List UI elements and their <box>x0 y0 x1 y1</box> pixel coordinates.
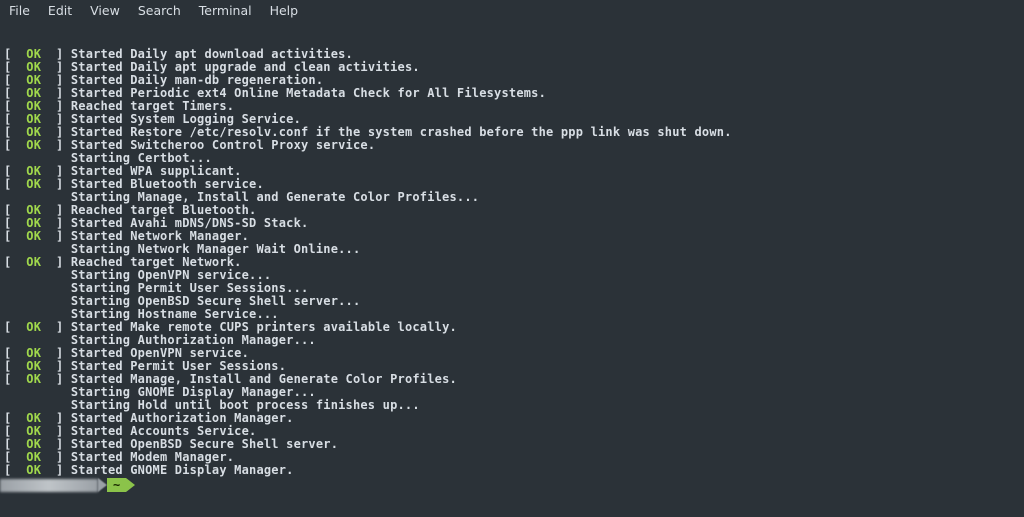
boot-log-message: Starting OpenVPN service... <box>71 268 271 282</box>
boot-log-message: Started Switcheroo Control Proxy service… <box>71 138 375 152</box>
boot-log-message: Started Network Manager. <box>71 229 249 243</box>
terminal-output: [ OK ] Started Daily apt download activi… <box>0 22 1024 477</box>
menu-item-help[interactable]: Help <box>261 2 308 19</box>
status-ok: OK <box>26 463 41 477</box>
status-ok: OK <box>26 411 41 425</box>
status-ok: OK <box>26 60 41 74</box>
boot-log-message: Started Permit User Sessions. <box>71 359 286 373</box>
boot-log-message: Starting Hold until boot process finishe… <box>71 398 420 412</box>
status-ok: OK <box>26 73 41 87</box>
boot-log-message: Started Daily man-db regeneration. <box>71 73 323 87</box>
shell-prompt[interactable]: ~ <box>0 478 1024 492</box>
status-ok: OK <box>26 320 41 334</box>
boot-log-message: Starting Manage, Install and Generate Co… <box>71 190 479 204</box>
boot-log-message: Started Modem Manager. <box>71 450 234 464</box>
prompt-path-segment: ~ <box>107 478 126 492</box>
status-ok: OK <box>26 112 41 126</box>
menu-item-file[interactable]: File <box>0 2 39 19</box>
boot-log-message: Starting Certbot... <box>71 151 212 165</box>
status-ok: OK <box>26 125 41 139</box>
boot-log-message: Started System Logging Service. <box>71 112 301 126</box>
boot-log-message: Starting Authorization Manager... <box>71 333 316 347</box>
boot-log-message: Started Authorization Manager. <box>71 411 294 425</box>
prompt-user-segment <box>0 479 98 492</box>
status-ok: OK <box>26 99 41 113</box>
boot-log-message: Starting Network Manager Wait Online... <box>71 242 361 256</box>
status-ok: OK <box>26 346 41 360</box>
menu-item-view[interactable]: View <box>81 2 129 19</box>
status-ok: OK <box>26 47 41 61</box>
boot-log-message: Reached target Network. <box>71 255 242 269</box>
boot-log-message: Started Make remote CUPS printers availa… <box>71 320 457 334</box>
status-ok: OK <box>26 450 41 464</box>
boot-log-message: Starting Permit User Sessions... <box>71 281 309 295</box>
boot-log-message: Started OpenVPN service. <box>71 346 249 360</box>
menu-item-search[interactable]: Search <box>129 2 190 19</box>
boot-log-message: Started Daily apt download activities. <box>71 47 353 61</box>
boot-log-message: Started Periodic ext4 Online Metadata Ch… <box>71 86 546 100</box>
status-ok: OK <box>26 229 41 243</box>
boot-log-message: Started Avahi mDNS/DNS-SD Stack. <box>71 216 309 230</box>
boot-log-message: Started Daily apt upgrade and clean acti… <box>71 60 420 74</box>
status-ok: OK <box>26 86 41 100</box>
boot-log-message: Starting Hostname Service... <box>71 307 279 321</box>
boot-log-message: Started GNOME Display Manager. <box>71 463 294 477</box>
boot-log-message: Started Bluetooth service. <box>71 177 264 191</box>
boot-log-message: Reached target Timers. <box>71 99 234 113</box>
prompt-separator-icon <box>98 478 107 492</box>
boot-log-message: Started Restore /etc/resolv.conf if the … <box>71 125 732 139</box>
status-ok: OK <box>26 203 41 217</box>
status-ok: OK <box>26 424 41 438</box>
boot-log-message: Starting GNOME Display Manager... <box>71 385 316 399</box>
prompt-end-icon <box>126 478 135 492</box>
status-ok: OK <box>26 372 41 386</box>
boot-log-message: Started WPA supplicant. <box>71 164 242 178</box>
boot-log-message: Started Manage, Install and Generate Col… <box>71 372 457 386</box>
status-ok: OK <box>26 359 41 373</box>
status-ok: OK <box>26 437 41 451</box>
menu-bar: FileEditViewSearchTerminalHelp <box>0 0 1024 22</box>
status-ok: OK <box>26 164 41 178</box>
status-ok: OK <box>26 255 41 269</box>
boot-log-message: Reached target Bluetooth. <box>71 203 257 217</box>
boot-log-message: Started OpenBSD Secure Shell server. <box>71 437 338 451</box>
menu-item-edit[interactable]: Edit <box>39 2 81 19</box>
boot-log-message: Started Accounts Service. <box>71 424 257 438</box>
menu-item-terminal[interactable]: Terminal <box>190 2 261 19</box>
status-ok: OK <box>26 138 41 152</box>
status-ok: OK <box>26 177 41 191</box>
boot-log-message: Starting OpenBSD Secure Shell server... <box>71 294 361 308</box>
status-ok: OK <box>26 216 41 230</box>
boot-log-line: [ OK ] Started GNOME Display Manager. <box>4 464 1020 477</box>
